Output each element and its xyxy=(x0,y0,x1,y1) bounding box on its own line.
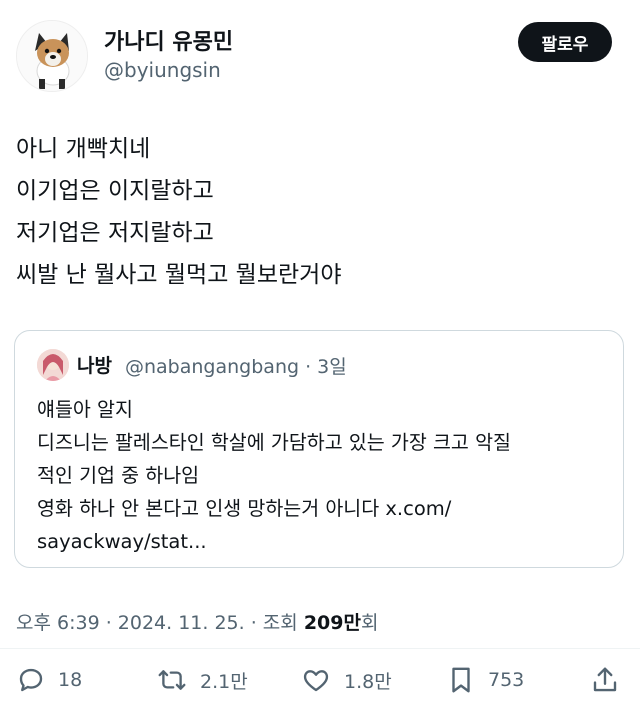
tweet-text-line: 아니 개빡치네 xyxy=(16,136,151,162)
follow-button[interactable]: 팔로우 xyxy=(518,22,612,62)
author-avatar[interactable] xyxy=(16,20,88,92)
portrait-avatar-icon xyxy=(37,349,69,381)
like-button[interactable]: 1.8만 xyxy=(300,660,392,700)
quoted-tweet-card[interactable]: 나방 @nabangangbang · 3일 얘들아 알지 디즈니는 팔레스타인… xyxy=(14,330,624,568)
dog-avatar-icon xyxy=(17,21,87,91)
tweet-meta: 오후 6:39 · 2024. 11. 25. · 조회 209만회 xyxy=(16,608,378,635)
reply-count: 18 xyxy=(58,669,83,691)
like-count: 1.8만 xyxy=(344,670,392,693)
quoted-text-line: 영화 하나 안 본다고 인생 망하는거 아니다 x.com/ xyxy=(37,497,452,520)
quoted-author-name: 나방 xyxy=(77,355,112,377)
tweet-text-line: 씨발 난 뭘사고 뭘먹고 뭘보란거야 xyxy=(16,262,342,288)
quoted-text-line: 얘들아 알지 xyxy=(37,398,133,421)
reply-button[interactable]: 18 xyxy=(16,660,82,700)
retweet-count: 2.1만 xyxy=(200,670,248,693)
retweet-button[interactable]: 2.1만 xyxy=(156,660,248,700)
author-handle[interactable]: @byiungsin xyxy=(104,58,221,82)
quoted-text-line: 디즈니는 팔레스타인 학살에 가담하고 있는 가장 크고 악질 xyxy=(37,431,511,454)
bookmark-icon xyxy=(446,665,476,695)
quoted-author-avatar xyxy=(37,349,69,381)
bookmark-button[interactable]: 753 xyxy=(446,660,524,700)
tweet-text-line: 이기업은 이지랄하고 xyxy=(16,178,214,204)
author-display-name[interactable]: 가나디 유몽민 xyxy=(104,24,233,56)
share-icon xyxy=(590,665,620,695)
share-button[interactable] xyxy=(590,660,620,700)
tweet-text-line: 저기업은 저지랄하고 xyxy=(16,220,214,246)
retweet-icon xyxy=(156,665,188,695)
quoted-text-line: 적인 기업 중 하나임 xyxy=(37,464,200,487)
reply-icon xyxy=(16,665,46,695)
quoted-author-meta: @nabangangbang · 3일 xyxy=(125,356,347,378)
view-suffix: 회 xyxy=(360,612,379,634)
view-count: 209만 xyxy=(303,612,361,634)
quoted-text-line: sayackway/stat... xyxy=(37,530,207,553)
tweet-timestamp[interactable]: 오후 6:39 · 2024. 11. 25. · 조회 xyxy=(16,612,304,634)
divider xyxy=(0,648,640,649)
like-icon xyxy=(300,665,332,695)
bookmark-count: 753 xyxy=(488,669,525,691)
